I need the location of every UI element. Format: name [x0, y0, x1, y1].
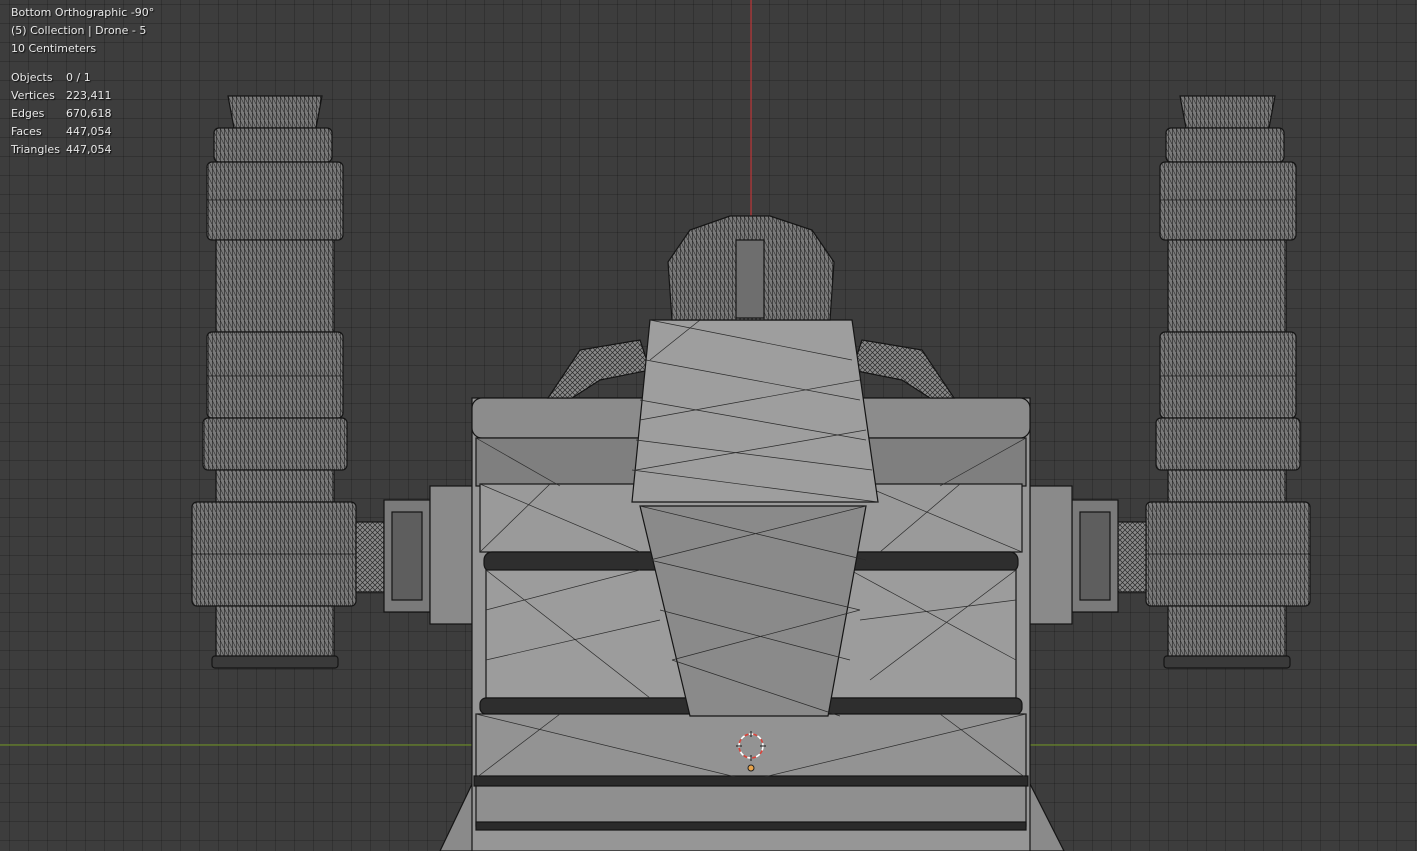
scene-statistics: Objects 0 / 1 Vertices 223,411 Edges 670… [11, 69, 154, 159]
stat-label: Faces [11, 125, 42, 138]
stat-vertices: Vertices 223,411 [11, 87, 154, 105]
right-canister [1029, 95, 1311, 669]
active-collection: (5) Collection | Drone - 5 [11, 24, 147, 37]
drone-body [439, 215, 1065, 851]
stat-value: 447,054 [66, 143, 112, 156]
stat-value: 223,411 [66, 89, 112, 102]
viewport-info-overlay: Bottom Orthographic -90° (5) Collection … [11, 4, 154, 159]
stat-objects: Objects 0 / 1 [11, 69, 154, 87]
stat-edges: Edges 670,618 [11, 105, 154, 123]
stat-faces: Faces 447,054 [11, 123, 154, 141]
stat-label: Vertices [11, 89, 55, 102]
left-canister [191, 95, 473, 669]
stat-value: 0 / 1 [66, 71, 91, 84]
view-name: Bottom Orthographic -90° [11, 6, 155, 19]
stat-value: 670,618 [66, 107, 112, 120]
grid-scale: 10 Centimeters [11, 42, 97, 55]
stat-label: Edges [11, 107, 45, 120]
stat-value: 447,054 [66, 125, 112, 138]
stat-label: Triangles [11, 143, 60, 156]
stat-triangles: Triangles 447,054 [11, 141, 154, 159]
stat-label: Objects [11, 71, 53, 84]
scene-render[interactable] [0, 0, 1417, 851]
object-origin [747, 764, 755, 772]
3d-viewport[interactable]: Bottom Orthographic -90° (5) Collection … [0, 0, 1417, 851]
